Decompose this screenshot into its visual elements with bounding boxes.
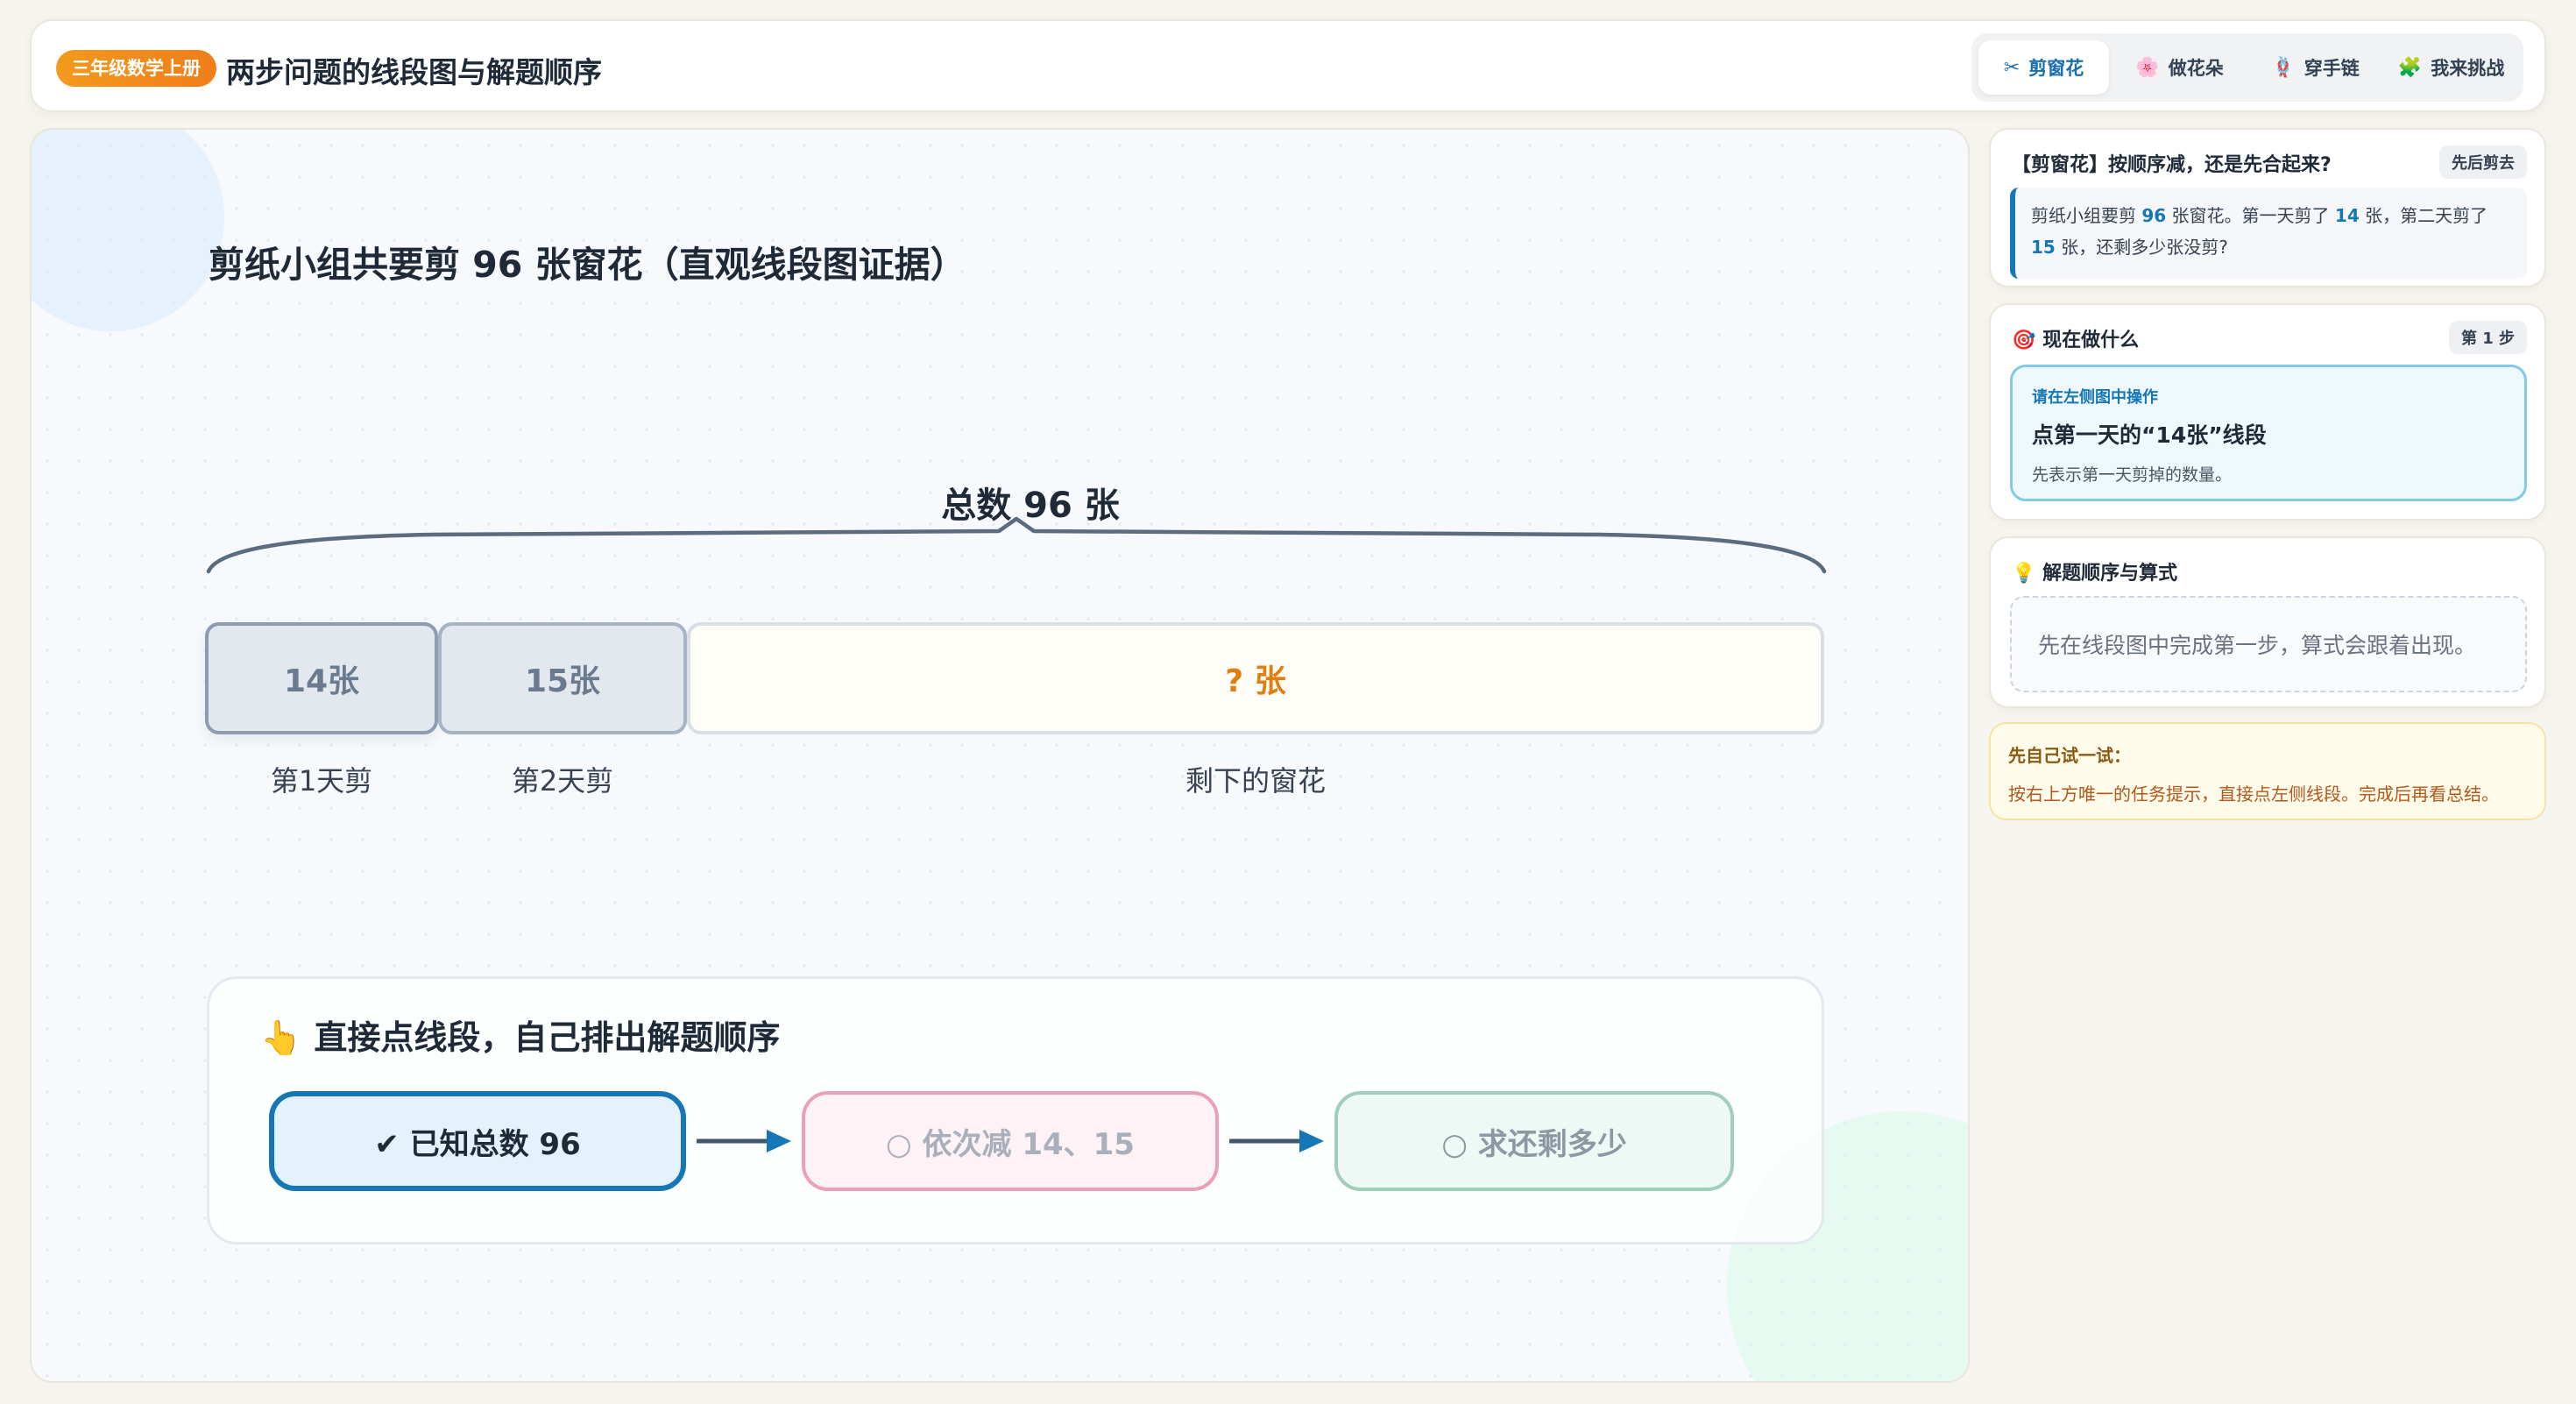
segment-caption-day1: 第1天剪	[270, 764, 373, 798]
lightbulb-icon: 💡	[2012, 563, 2036, 585]
current-task-title: 🎯 现在做什么	[2012, 324, 2139, 352]
segment-caption-remaining: 剩下的窗花	[1185, 764, 1326, 798]
formula-title-text: 解题顺序与算式	[2042, 563, 2178, 585]
problem-card-title: 【剪窗花】按顺序减，还是先合起来?	[2012, 154, 2332, 176]
target-icon: 🎯	[2012, 330, 2036, 351]
flower-icon: 🌸	[2135, 56, 2160, 79]
segment-day2[interactable]: 15张	[438, 622, 687, 734]
grade-badge: 三年级数学上册	[56, 50, 216, 87]
knot-icon: 🪢	[2271, 56, 2296, 79]
story-text: 张窗花。第一天剪了	[2166, 205, 2335, 226]
top-header: 三年级数学上册 两步问题的线段图与解题顺序 ✂ 剪窗花 🌸 做花朵 🪢 穿手链 …	[30, 19, 2546, 112]
pointing-hand-icon: 👆	[260, 1018, 302, 1057]
task-instruction-box: 请在左侧图中操作 点第一天的“14张”线段 先表示第一天剪掉的数量。	[2010, 365, 2527, 501]
tab-make-flowers[interactable]: 🌸 做花朵	[2114, 40, 2245, 95]
story-number: 14	[2334, 205, 2360, 226]
puzzle-icon: 🧩	[2397, 56, 2423, 79]
total-brace	[206, 516, 1827, 574]
problem-heading: 剪纸小组共要剪 96 张窗花（直观线段图证据）	[209, 244, 966, 286]
current-task-card: 🎯 现在做什么 第 1 步 请在左侧图中操作 点第一天的“14张”线段 先表示第…	[1989, 303, 2546, 521]
step-find-remaining[interactable]: ○ 求还剩多少	[1334, 1091, 1734, 1191]
try-title: 先自己试一试：	[2008, 745, 2131, 766]
problem-card: 【剪窗花】按顺序减，还是先合起来? 先后剪去 剪纸小组要剪 96 张窗花。第一天…	[1989, 128, 2546, 287]
tab-label: 穿手链	[2304, 58, 2360, 79]
problem-type-badge: 先后剪去	[2439, 145, 2527, 179]
order-title-text: 直接点线段，自己排出解题顺序	[314, 1018, 781, 1057]
formula-card-title: 💡 解题顺序与算式	[2012, 557, 2177, 585]
task-hint: 请在左侧图中操作	[2032, 388, 2158, 407]
step-known-total[interactable]: ✔ 已知总数 96	[269, 1091, 686, 1191]
tab-label: 做花朵	[2168, 58, 2224, 79]
formula-placeholder: 先在线段图中完成第一步，算式会跟着出现。	[2010, 596, 2527, 692]
current-task-title-text: 现在做什么	[2042, 330, 2140, 351]
tab-cut-window-flowers[interactable]: ✂ 剪窗花	[1978, 40, 2109, 95]
scenario-tabs: ✂ 剪窗花 🌸 做花朵 🪢 穿手链 🧩 我来挑战	[1971, 33, 2523, 102]
arrow-right-icon	[697, 1130, 791, 1152]
page-title: 两步问题的线段图与解题顺序	[226, 55, 602, 89]
tab-challenge[interactable]: 🧩 我来挑战	[2386, 40, 2516, 95]
step-subtract-sequentially[interactable]: ○ 依次减 14、15	[802, 1091, 1219, 1191]
segment-remaining[interactable]: ? 张	[687, 622, 1824, 734]
story-number: 15	[2031, 237, 2056, 258]
step-badge: 第 1 步	[2448, 321, 2527, 354]
formula-card: 💡 解题顺序与算式 先在线段图中完成第一步，算式会跟着出现。	[1989, 536, 2546, 708]
try-yourself-card: 先自己试一试： 按右上方唯一的任务提示，直接点左侧线段。完成后再看总结。	[1989, 722, 2546, 820]
story-text: 剪纸小组要剪	[2031, 205, 2142, 226]
segment-caption-day2: 第2天剪	[511, 764, 614, 798]
problem-story: 剪纸小组要剪 96 张窗花。第一天剪了 14 张，第二天剪了 15 张，还剩多少…	[2010, 188, 2527, 279]
tab-label: 剪窗花	[2028, 58, 2084, 79]
arrow-right-icon	[1229, 1130, 1324, 1152]
tab-label: 我来挑战	[2431, 58, 2505, 79]
line-diagram-panel: 剪纸小组共要剪 96 张窗花（直观线段图证据） 总数 96 张 14张 15张 …	[30, 128, 1970, 1383]
order-card-title: 👆 直接点线段，自己排出解题顺序	[260, 1010, 780, 1059]
story-text: 张，第二天剪了	[2359, 205, 2488, 226]
story-number: 96	[2141, 205, 2167, 226]
task-sub-instruction: 先表示第一天剪掉的数量。	[2032, 465, 2233, 485]
try-text: 按右上方唯一的任务提示，直接点左侧线段。完成后再看总结。	[2008, 784, 2499, 805]
tab-string-bracelet[interactable]: 🪢 穿手链	[2250, 40, 2381, 95]
decorative-circle	[32, 130, 224, 331]
task-main-instruction: 点第一天的“14张”线段	[2032, 422, 2267, 448]
solving-order-card: 👆 直接点线段，自己排出解题顺序 ✔ 已知总数 96 ○ 依次减 14、15 ○ …	[207, 976, 1824, 1244]
scissors-icon: ✂	[2003, 56, 2020, 79]
story-text: 张，还剩多少张没剪?	[2055, 237, 2228, 258]
segment-day1[interactable]: 14张	[205, 622, 438, 734]
